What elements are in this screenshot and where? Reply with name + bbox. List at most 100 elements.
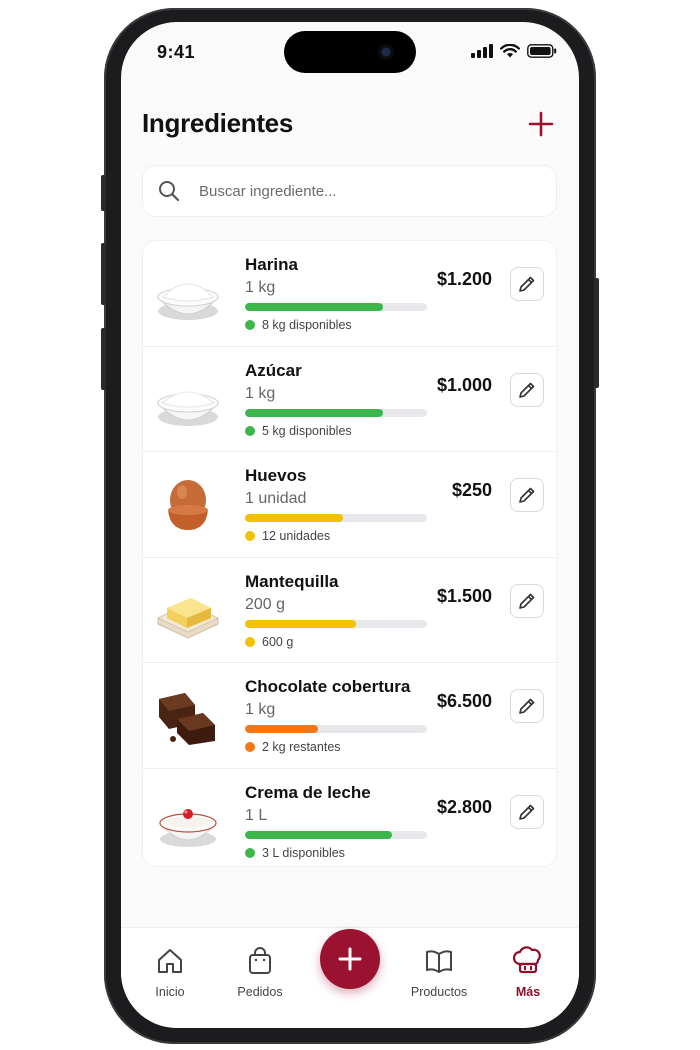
status-dot-icon	[245, 320, 255, 330]
ingredient-row[interactable]: Chocolate cobertura 1 kg 2 kg restantes …	[143, 663, 556, 769]
status-dot-icon	[245, 636, 255, 647]
pencil-icon	[519, 804, 535, 820]
ingredient-unit: 1 kg	[245, 384, 276, 402]
chocolate-image	[159, 693, 215, 745]
stock-bar	[245, 303, 427, 311]
edit-button[interactable]	[510, 478, 544, 512]
ingredient-name: Huevos	[245, 466, 307, 485]
tab-label: Productos	[410, 985, 468, 999]
home-icon	[158, 949, 182, 973]
stock-text: 2 kg restantes	[262, 740, 341, 754]
stock-bar	[245, 514, 427, 522]
tab-label: Más	[515, 985, 541, 999]
edit-button[interactable]	[510, 583, 544, 618]
pencil-icon	[519, 593, 535, 609]
pencil-icon	[519, 698, 535, 714]
chef-hat-icon	[512, 946, 541, 974]
status-time: 9:41	[157, 42, 196, 62]
search-icon	[159, 181, 180, 202]
ingredient-name: Chocolate cobertura	[245, 677, 411, 696]
stock-bar-fill	[245, 725, 318, 733]
ingredient-name: Harina	[245, 255, 298, 274]
pencil-icon	[519, 382, 535, 398]
stock-status: 2 kg restantes	[245, 740, 341, 754]
plus-icon	[338, 947, 362, 971]
ingredient-name: Azúcar	[245, 360, 302, 380]
edit-button[interactable]	[510, 372, 544, 407]
stock-bar	[245, 619, 427, 628]
search-bar[interactable]	[142, 165, 557, 217]
edit-button[interactable]	[510, 794, 544, 829]
tab-label: Pedidos	[237, 985, 283, 999]
pencil-icon	[519, 276, 535, 292]
volume-down-button	[101, 328, 106, 390]
wifi-icon	[500, 44, 520, 58]
stock-text: 600 g	[262, 634, 294, 649]
book-icon	[426, 950, 452, 973]
edit-button[interactable]	[510, 267, 544, 301]
ingredient-name: Crema de leche	[245, 782, 371, 802]
search-input[interactable]	[199, 182, 519, 200]
ingredient-price: $6.500	[436, 691, 492, 711]
stock-status: 8 kg disponibles	[245, 318, 352, 332]
stock-bar	[245, 725, 427, 733]
add-fab-button[interactable]	[320, 929, 380, 989]
sugar-bowl-image	[156, 391, 220, 426]
ingredient-row[interactable]: Huevos 1 unidad 12 unidades $250	[143, 452, 556, 558]
stock-text: 3 L disponibles	[262, 845, 345, 860]
edit-button[interactable]	[510, 689, 544, 723]
status-dot-icon	[245, 425, 255, 436]
volume-up-button	[101, 243, 106, 305]
stock-bar-fill	[245, 619, 357, 628]
dynamic-island	[284, 31, 416, 73]
ingredient-row[interactable]: Crema de leche 1 L 3 L disponibles $2.80…	[143, 769, 556, 875]
status-icons	[471, 44, 557, 58]
ingredient-price: $2.800	[436, 796, 492, 817]
status-dot-icon	[245, 531, 255, 541]
stock-bar-fill	[245, 303, 384, 311]
status-dot-icon	[245, 847, 255, 858]
stock-bar-fill	[245, 408, 384, 417]
ingredient-price: $250	[451, 480, 492, 500]
stock-bar	[245, 830, 427, 839]
stock-text: 5 kg disponibles	[262, 423, 352, 438]
page-title: Ingredientes	[142, 108, 293, 138]
pencil-icon	[519, 487, 535, 503]
ingredient-unit: 1 unidad	[245, 490, 307, 507]
stock-status: 3 L disponibles	[245, 846, 345, 860]
ingredient-row[interactable]: Azúcar 1 kg 5 kg disponibles $1.000	[143, 347, 556, 452]
ingredient-price: $1.200	[436, 269, 492, 289]
stock-text: 12 unidades	[262, 529, 331, 543]
ingredient-name: Mantequilla	[245, 571, 339, 591]
tab-label: Inicio	[155, 985, 185, 999]
plus-icon	[528, 111, 554, 137]
tab-inicio[interactable]: Inicio	[130, 946, 210, 999]
ingredient-row[interactable]: Mantequilla 200 g 600 g $1.500	[143, 558, 556, 663]
ingredient-unit: 1 L	[245, 806, 268, 824]
camera-icon	[378, 44, 394, 60]
ingredient-unit: 200 g	[245, 595, 286, 613]
ingredient-price: $1.000	[436, 374, 492, 395]
ingredient-list: Harina 1 kg 8 kg disponibles $1.200 Azúc…	[142, 240, 557, 867]
tab-productos[interactable]: Productos	[399, 946, 479, 999]
ingredient-price: $1.500	[436, 585, 492, 606]
ingredient-unit: 1 kg	[245, 701, 276, 718]
stock-bar-fill	[245, 830, 393, 839]
status-dot-icon	[245, 742, 255, 752]
tab-mas[interactable]: Más	[488, 946, 568, 999]
cream-bowl-image	[158, 808, 218, 847]
butter-image	[156, 597, 220, 639]
stock-text: 8 kg disponibles	[262, 318, 352, 332]
stock-status: 5 kg disponibles	[245, 424, 352, 438]
stock-status: 12 unidades	[245, 529, 330, 543]
silent-switch	[101, 175, 106, 211]
ingredient-row[interactable]: Harina 1 kg 8 kg disponibles $1.200	[143, 241, 556, 347]
power-button	[594, 278, 599, 388]
flour-bowl-image	[156, 283, 220, 320]
app-screen: 9:41 Ingredientes Buscar ingrediente... …	[121, 22, 579, 1028]
stock-status: 600 g	[245, 635, 293, 649]
ingredient-unit: 1 kg	[245, 279, 276, 296]
stock-bar	[245, 408, 427, 417]
add-ingredient-button[interactable]	[525, 108, 557, 140]
tab-pedidos[interactable]: Pedidos	[220, 946, 300, 999]
